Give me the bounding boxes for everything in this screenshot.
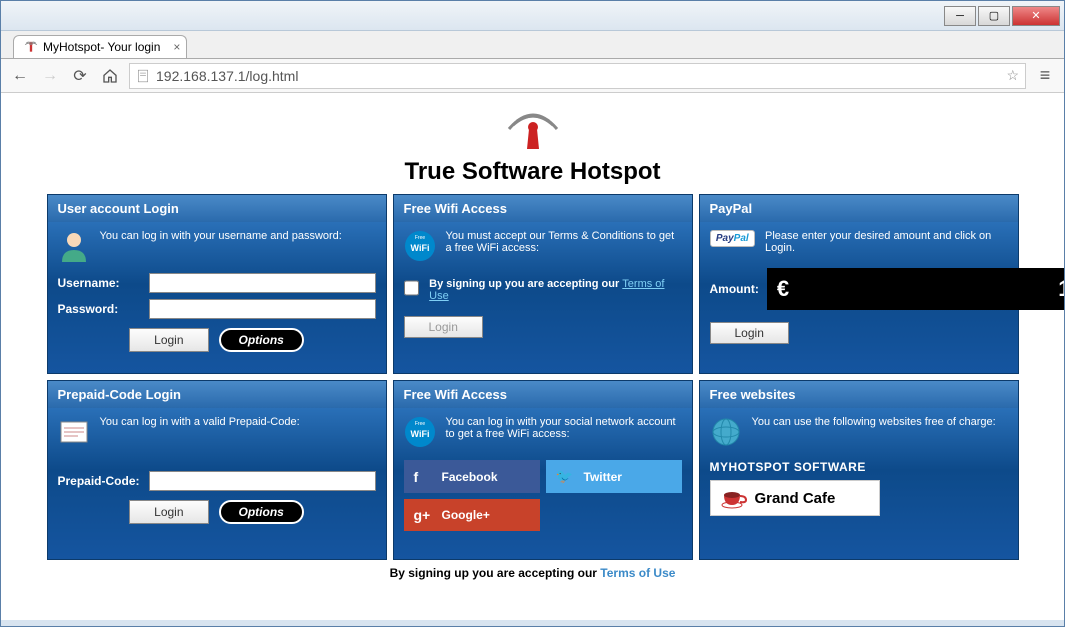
menu-button[interactable]: ≡ bbox=[1034, 65, 1056, 87]
amount-input[interactable] bbox=[799, 268, 1064, 310]
currency-symbol: € bbox=[767, 268, 799, 310]
panel-description: You can log in with your username and pa… bbox=[100, 230, 342, 242]
login-button[interactable]: Login bbox=[404, 316, 483, 338]
tab-strip: MyHotspot- Your login × bbox=[1, 31, 1064, 59]
paypal-panel: PayPal PayPal Please enter your desired … bbox=[699, 194, 1019, 374]
forward-button[interactable]: → bbox=[39, 65, 61, 87]
username-label: Username: bbox=[58, 276, 143, 290]
login-button[interactable]: Login bbox=[129, 328, 208, 352]
username-input[interactable] bbox=[149, 273, 376, 293]
facebook-button[interactable]: fFacebook bbox=[404, 460, 540, 493]
back-button[interactable]: ← bbox=[9, 65, 31, 87]
panel-description: You must accept our Terms & Conditions t… bbox=[446, 230, 682, 254]
browser-window: ─ ▢ ✕ MyHotspot- Your login × ← → ⟳ ☆ ≡ bbox=[0, 0, 1065, 627]
home-icon bbox=[102, 68, 118, 84]
prepaid-panel: Prepaid-Code Login You can log in with a… bbox=[47, 380, 387, 560]
password-label: Password: bbox=[58, 302, 143, 316]
hotspot-logo-icon bbox=[503, 99, 563, 151]
panel-header: Free websites bbox=[700, 381, 1018, 408]
user-icon bbox=[58, 230, 90, 262]
svg-text:WiFi: WiFi bbox=[410, 243, 429, 253]
bookmark-star-icon[interactable]: ☆ bbox=[1006, 67, 1019, 84]
svg-text:WiFi: WiFi bbox=[410, 429, 429, 439]
url-input[interactable] bbox=[156, 68, 1000, 84]
browser-toolbar: ← → ⟳ ☆ ≡ bbox=[1, 59, 1064, 93]
panel-header: Free Wifi Access bbox=[394, 195, 692, 222]
google-plus-button[interactable]: g+Google+ bbox=[404, 499, 540, 531]
site-name: Grand Cafe bbox=[755, 490, 836, 507]
facebook-icon: f bbox=[414, 469, 432, 485]
free-wifi-social-panel: Free Wifi Access WiFi Free You can log in… bbox=[393, 380, 693, 560]
footer-terms: By signing up you are accepting our Term… bbox=[21, 560, 1044, 580]
login-button[interactable]: Login bbox=[710, 322, 789, 344]
panel-header: User account Login bbox=[48, 195, 386, 222]
accept-terms-text: By signing up you are accepting our Term… bbox=[429, 278, 681, 302]
user-login-panel: User account Login You can log in with y… bbox=[47, 194, 387, 374]
panel-header: Free Wifi Access bbox=[394, 381, 692, 408]
svg-text:Free: Free bbox=[414, 235, 425, 241]
globe-icon bbox=[710, 416, 742, 448]
tab-favicon-icon bbox=[24, 40, 38, 54]
google-plus-icon: g+ bbox=[414, 507, 432, 523]
prepaid-card-icon bbox=[58, 416, 90, 448]
login-button[interactable]: Login bbox=[129, 500, 208, 524]
window-maximize-button[interactable]: ▢ bbox=[978, 6, 1010, 26]
accept-terms-checkbox[interactable] bbox=[404, 280, 420, 296]
panel-description: You can log in with a valid Prepaid-Code… bbox=[100, 416, 300, 428]
free-websites-panel: Free websites You can use the following … bbox=[699, 380, 1019, 560]
panel-header: PayPal bbox=[700, 195, 1018, 222]
window-minimize-button[interactable]: ─ bbox=[944, 6, 976, 26]
page-title: True Software Hotspot bbox=[21, 158, 1044, 186]
free-sites-heading: MYHOTSPOT SOFTWARE bbox=[710, 460, 1008, 474]
tab-title: MyHotspot- Your login bbox=[43, 40, 160, 54]
wifi-icon: WiFi Free bbox=[404, 416, 436, 448]
window-close-button[interactable]: ✕ bbox=[1012, 6, 1060, 26]
free-site-link[interactable]: Grand Cafe bbox=[710, 480, 880, 516]
panel-description: You can log in with your social network … bbox=[446, 416, 682, 440]
options-button[interactable]: Options bbox=[219, 500, 304, 524]
panel-description: Please enter your desired amount and cli… bbox=[765, 230, 1007, 254]
twitter-button[interactable]: 🐦Twitter bbox=[546, 460, 682, 493]
coffee-cup-icon bbox=[721, 487, 747, 509]
url-bar[interactable]: ☆ bbox=[129, 63, 1026, 89]
prepaid-code-label: Prepaid-Code: bbox=[58, 474, 143, 488]
panel-description: You can use the following websites free … bbox=[752, 416, 996, 428]
footer-terms-link[interactable]: Terms of Use bbox=[600, 566, 675, 580]
page-icon bbox=[136, 69, 150, 83]
tab-close-icon[interactable]: × bbox=[173, 40, 180, 54]
window-titlebar: ─ ▢ ✕ bbox=[1, 1, 1064, 31]
panel-header: Prepaid-Code Login bbox=[48, 381, 386, 408]
paypal-logo-icon: PayPal bbox=[710, 230, 756, 247]
twitter-icon: 🐦 bbox=[556, 468, 574, 485]
prepaid-code-input[interactable] bbox=[149, 471, 376, 491]
page-content: True Software Hotspot User account Login… bbox=[1, 93, 1064, 620]
wifi-icon: WiFi Free bbox=[404, 230, 436, 262]
home-button[interactable] bbox=[99, 65, 121, 87]
free-wifi-terms-panel: Free Wifi Access WiFi Free You must accep… bbox=[393, 194, 693, 374]
amount-label: Amount: bbox=[710, 282, 759, 296]
options-button[interactable]: Options bbox=[219, 328, 304, 352]
browser-tab[interactable]: MyHotspot- Your login × bbox=[13, 35, 187, 58]
password-input[interactable] bbox=[149, 299, 376, 319]
svg-text:Free: Free bbox=[414, 421, 425, 427]
reload-button[interactable]: ⟳ bbox=[69, 65, 91, 87]
